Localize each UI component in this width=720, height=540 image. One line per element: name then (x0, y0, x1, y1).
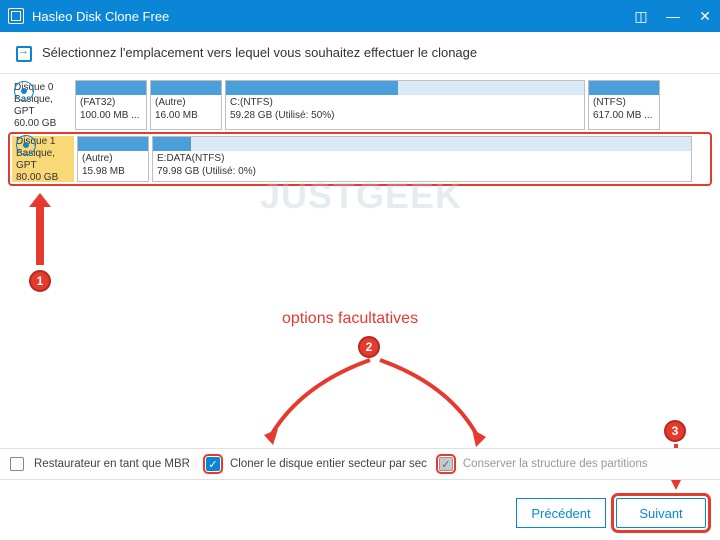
partition-label: E:DATA(NTFS) (157, 153, 687, 166)
partition-size: 15.98 MB (82, 166, 144, 179)
partition-label: (Autre) (155, 97, 217, 110)
checkbox-keep-structure[interactable]: ✓ (439, 457, 453, 471)
label-restore-mbr: Restaurateur en tant que MBR (34, 458, 190, 470)
checkbox-restore-mbr[interactable] (10, 457, 24, 471)
disk-size: 80.00 GB (16, 172, 58, 184)
disk-size: 60.00 GB (14, 118, 56, 130)
label-keep-structure: Conserver la structure des partitions (463, 458, 648, 470)
annotation-badge-2: 2 (358, 336, 380, 358)
window-controls: ◫ — ✕ (634, 9, 712, 23)
partition[interactable]: (NTFS)617.00 MB ... (588, 80, 660, 130)
close-icon[interactable]: ✕ (698, 9, 712, 23)
label-sector-clone: Cloner le disque entier secteur par sec (230, 458, 427, 470)
partition[interactable]: (Autre)15.98 MB (77, 136, 149, 182)
options-bar: Restaurateur en tant que MBR ✓ Cloner le… (0, 448, 720, 480)
partition-size: 59.28 GB (Utilisé: 50%) (230, 110, 580, 123)
next-button[interactable]: Suivant (616, 498, 706, 528)
annotation-badge-3: 3 (664, 420, 686, 442)
checkbox-sector-clone[interactable]: ✓ (206, 457, 220, 471)
partition-size: 16.00 MB (155, 110, 217, 123)
minimize-icon[interactable]: — (666, 9, 680, 23)
disk-info[interactable]: Disque 1Basique, GPT80.00 GB (12, 136, 74, 182)
instruction-text: Sélectionnez l'emplacement vers lequel v… (42, 45, 477, 60)
instruction-bar: Sélectionnez l'emplacement vers lequel v… (0, 32, 720, 74)
disk-info[interactable]: Disque 0Basique, GPT60.00 GB (10, 80, 72, 130)
partition-size: 100.00 MB ... (80, 110, 142, 123)
partition-label: C:(NTFS) (230, 97, 580, 110)
partition[interactable]: (Autre)16.00 MB (150, 80, 222, 130)
partition-label: (Autre) (82, 153, 144, 166)
disk-list: Disque 0Basique, GPT60.00 GB(FAT32)100.0… (0, 74, 720, 184)
app-logo-icon (8, 8, 24, 24)
wizard-buttons: Précédent Suivant (516, 498, 706, 528)
partition-label: (NTFS) (593, 97, 655, 110)
titlebar: Hasleo Disk Clone Free ◫ — ✕ (0, 0, 720, 32)
annotation-badge-1: 1 (29, 270, 51, 292)
partition-size: 617.00 MB ... (593, 110, 655, 123)
prev-button[interactable]: Précédent (516, 498, 606, 528)
annotation-curves (260, 355, 490, 450)
restore-icon[interactable]: ◫ (634, 9, 648, 23)
annotation-arrow-1 (36, 205, 44, 265)
annotation-options-label: options facultatives (282, 310, 418, 328)
partition-label: (FAT32) (80, 97, 142, 110)
partition[interactable]: E:DATA(NTFS)79.98 GB (Utilisé: 0%) (152, 136, 692, 182)
partition[interactable]: C:(NTFS)59.28 GB (Utilisé: 50%) (225, 80, 585, 130)
disk-row[interactable]: Disque 1Basique, GPT80.00 GB(Autre)15.98… (10, 134, 710, 184)
disk-row[interactable]: Disque 0Basique, GPT60.00 GB(FAT32)100.0… (10, 80, 710, 130)
app-title: Hasleo Disk Clone Free (32, 9, 169, 24)
partition[interactable]: (FAT32)100.00 MB ... (75, 80, 147, 130)
destination-icon (14, 44, 32, 62)
partition-size: 79.98 GB (Utilisé: 0%) (157, 166, 687, 179)
